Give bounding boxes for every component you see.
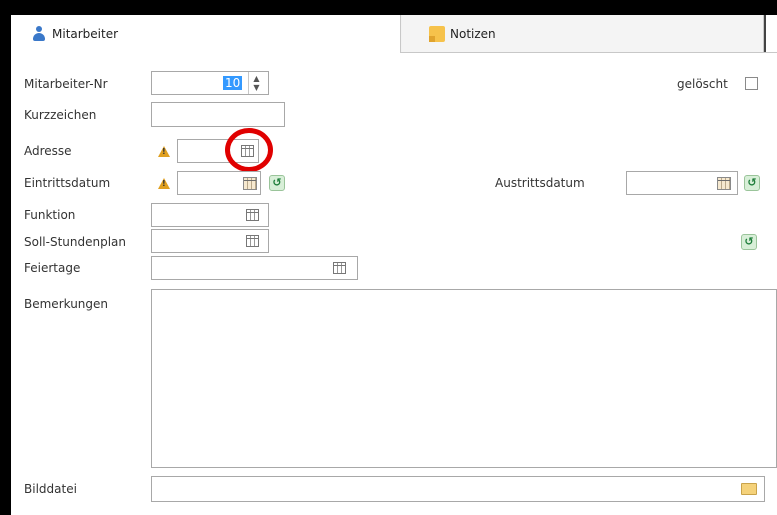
employee-form-window: Mitarbeiter Notizen Mitarbeiter-Nr 10 ▲ … (11, 15, 777, 515)
deleted-checkbox[interactable] (745, 77, 758, 90)
highlight-circle (225, 128, 273, 172)
entry-date-history-button[interactable]: ↺ (266, 172, 288, 194)
exit-date-history-button[interactable]: ↺ (741, 172, 763, 194)
sticky-note-icon (429, 25, 445, 42)
browse-file-button[interactable] (738, 478, 760, 500)
exit-date-label: Austrittsdatum (495, 176, 585, 190)
employee-no-value[interactable]: 10 (223, 76, 243, 90)
short-code-label: Kurzzeichen (24, 108, 97, 122)
history-icon: ↺ (741, 234, 757, 250)
history-icon: ↺ (269, 175, 285, 191)
entry-date-calendar-button[interactable] (239, 172, 261, 194)
spin-buttons[interactable]: ▲ ▼ (248, 72, 264, 94)
holidays-label: Feiertage (24, 261, 81, 275)
tab-notizen-label: Notizen (450, 26, 496, 41)
person-icon (31, 26, 47, 42)
remarks-label: Bemerkungen (24, 297, 109, 311)
tab-mitarbeiter-label: Mitarbeiter (52, 27, 119, 41)
address-label: Adresse (24, 144, 72, 158)
target-schedule-lookup-button[interactable] (241, 230, 263, 252)
function-lookup-button[interactable] (241, 204, 263, 226)
tab-overflow[interactable] (764, 15, 777, 52)
schedule-history-button[interactable]: ↺ (738, 231, 760, 253)
employee-no-label: Mitarbeiter-Nr (24, 77, 108, 91)
remarks-textarea[interactable] (151, 289, 777, 468)
folder-icon (741, 483, 757, 495)
holidays-lookup-button[interactable] (328, 257, 350, 279)
warning-icon (158, 146, 170, 157)
chevron-up-icon[interactable]: ▲ (249, 74, 264, 83)
target-schedule-label: Soll-Stundenplan (24, 235, 127, 249)
calendar-icon (245, 235, 259, 247)
calendar-icon (245, 209, 259, 221)
short-code-input[interactable] (151, 102, 285, 127)
image-file-input[interactable] (151, 476, 765, 502)
chevron-down-icon[interactable]: ▼ (249, 83, 264, 92)
holidays-input[interactable] (151, 256, 358, 280)
calendar-icon (332, 262, 346, 274)
employee-no-stepper[interactable]: 10 ▲ ▼ (151, 71, 269, 95)
image-file-label: Bilddatei (24, 482, 77, 496)
deleted-label: gelöscht (677, 77, 728, 91)
tab-bar: Mitarbeiter Notizen (11, 15, 777, 53)
tab-mitarbeiter[interactable]: Mitarbeiter (11, 15, 401, 53)
warning-icon (158, 178, 170, 189)
calendar-icon (717, 176, 731, 190)
entry-date-label: Eintrittsdatum (24, 176, 111, 190)
exit-date-calendar-button[interactable] (713, 172, 735, 194)
history-icon: ↺ (744, 175, 760, 191)
function-label: Funktion (24, 208, 76, 222)
tab-notizen[interactable]: Notizen (402, 15, 764, 52)
calendar-icon (243, 176, 257, 190)
